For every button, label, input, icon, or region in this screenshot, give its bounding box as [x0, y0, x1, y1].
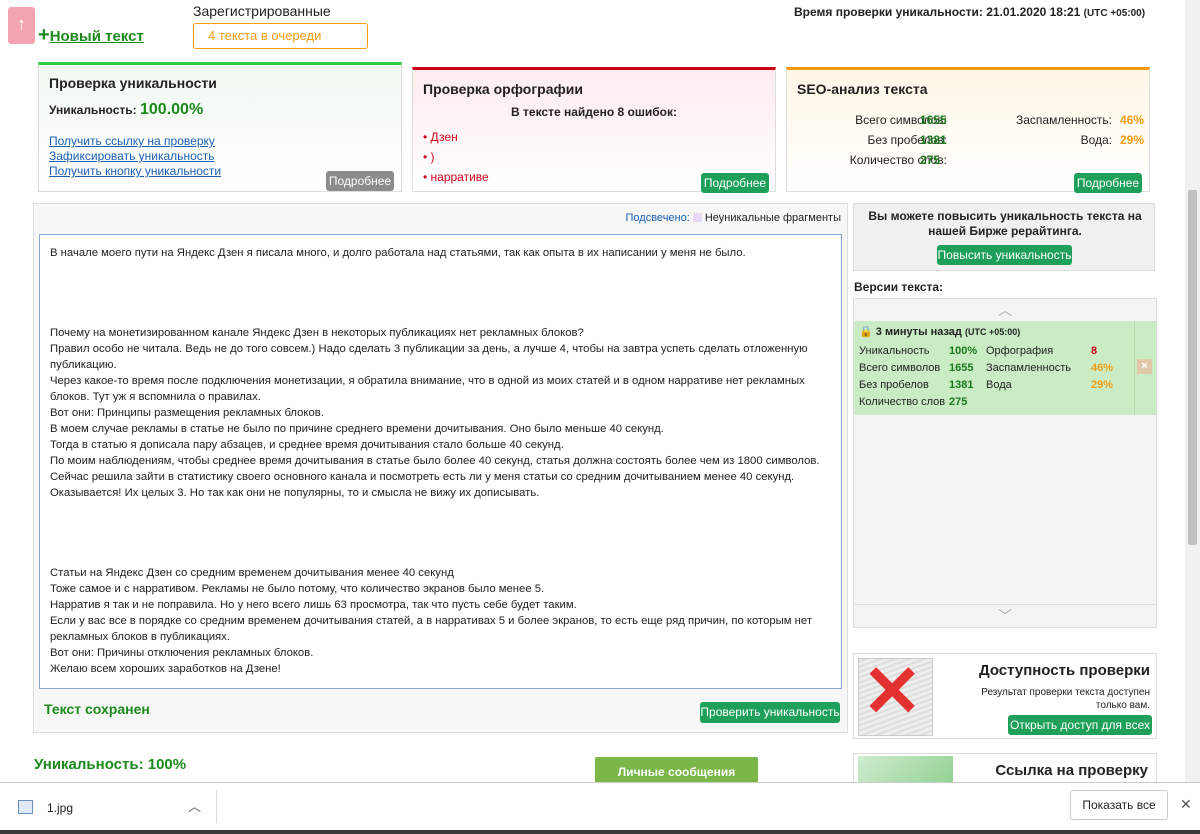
lock-icon: 🔒: [859, 326, 873, 338]
error-item[interactable]: • Дзен: [423, 130, 458, 144]
version-labels-2: Орфография Заспамленность Вода: [986, 345, 1071, 391]
spelling-panel: Проверка орфографии В тексте найдено 8 о…: [412, 67, 776, 193]
delete-version-icon[interactable]: ×: [1137, 359, 1152, 374]
seo-more-button[interactable]: Подробнее: [1074, 173, 1142, 193]
editor-line: [50, 533, 831, 549]
uniqueness-panel: Проверка уникальности Уникальность: 100.…: [38, 62, 402, 192]
spelling-title: Проверка орфографии: [423, 81, 583, 97]
chevron-down-icon[interactable]: ﹀: [854, 604, 1156, 626]
plus-icon: +: [38, 24, 50, 46]
editor-line: Желаю всем хороших заработков на Дзене!: [50, 663, 281, 675]
editor-line: По моим наблюдениям, чтобы среднее время…: [50, 455, 820, 467]
editor-line: [50, 309, 831, 325]
seo-labels-2: Заспамленность: Вода:: [1015, 113, 1112, 147]
version-values-2: 8 46% 29%: [1091, 345, 1114, 391]
bottom-uniqueness: Уникальность: 100%: [34, 756, 187, 773]
fix-uniqueness-link[interactable]: Зафиксировать уникальность: [49, 149, 215, 163]
editor-line: Оказывается! Их целых 3. Но так как они …: [50, 487, 540, 499]
download-bar: 1.jpg ︿ Показать все ✕: [0, 782, 1200, 834]
page-scrollbar[interactable]: [1185, 0, 1200, 793]
editor-line: Через какое-то время после подключения м…: [50, 375, 805, 387]
check-time: Время проверки уникальности: 21.01.2020 …: [794, 5, 1146, 19]
versions-title: Версии текста:: [854, 280, 944, 294]
legend-swatch-icon: [692, 213, 702, 222]
version-labels: Уникальность Всего символов Без пробелов Ко…: [859, 345, 946, 408]
access-title: Доступность проверки: [978, 662, 1150, 679]
editor-line: [50, 501, 831, 517]
version-values: 100% 1655 1381 275: [949, 345, 978, 408]
uniqueness-more-button[interactable]: Подробнее: [326, 171, 394, 191]
editor-line: [50, 261, 831, 277]
highlight-legend: Подсвечено: Неуникальные фрагменты: [625, 212, 841, 224]
editor-line: Почему на монетизированном канале Яндекс…: [50, 327, 584, 339]
download-file-name[interactable]: 1.jpg: [47, 801, 73, 815]
editor-line: Тогда в статью я дописала пару абзацев, …: [50, 439, 564, 451]
uniqueness-value: 100.00%: [140, 101, 204, 118]
editor-line: Вот они: Причины отключения рекламных бл…: [50, 647, 314, 659]
version-time: 🔒 3 минуты назад (UTC +05:00): [859, 326, 1021, 338]
editor-line: Статьи на Яндекс Дзен со средним времене…: [50, 567, 454, 579]
editor-line: Правил особо не читала. Ведь не до того …: [50, 343, 808, 355]
get-link[interactable]: Получить ссылку на проверку: [49, 134, 215, 148]
uniqueness-value-row: Уникальность: 100.00%: [49, 101, 204, 118]
chevron-up-icon[interactable]: ︿: [188, 796, 201, 815]
editor-line: В моем случае рекламы в статье не было п…: [50, 423, 664, 435]
editor-line: Вот они: Принципы размещения рекламных б…: [50, 407, 324, 419]
errors-found: В тексте найдено 8 ошибок:: [511, 105, 677, 119]
access-box: ✕ Доступность проверки Результат проверк…: [853, 652, 1157, 739]
seo-panel: SEO-анализ текста Всего символов: Без про…: [786, 67, 1150, 193]
editor-line: публикацию.: [50, 359, 117, 371]
new-text-link[interactable]: +Новый текст: [38, 24, 144, 46]
error-item[interactable]: • ): [423, 150, 435, 164]
editor-line: В начале моего пути на Яндекс Дзен я пис…: [50, 247, 746, 259]
saved-status: Текст сохранен: [44, 701, 150, 717]
editor-line: Тоже самое и с нарративом. Рекламы не бы…: [50, 583, 545, 595]
editor-line: [50, 293, 831, 309]
promo-box: Вы можете повысить уникальность текста н…: [853, 203, 1155, 271]
promo-text: Вы можете повысить уникальность текста н…: [868, 209, 1142, 238]
seo-values: 1655 1381 275: [920, 113, 947, 167]
close-icon[interactable]: ✕: [1180, 796, 1192, 813]
cross-icon: ✕: [862, 652, 923, 732]
scroll-up-button[interactable]: ↑: [8, 7, 35, 44]
error-item[interactable]: • нарративе: [423, 170, 489, 184]
check-uniqueness-button[interactable]: Проверить уникальность: [700, 702, 840, 723]
versions-list: ︿ 🔒 3 минуты назад (UTC +05:00) Уникальн…: [853, 298, 1157, 628]
image-file-icon: [18, 800, 33, 814]
open-access-button[interactable]: Открыть доступ для всех: [1008, 715, 1152, 735]
registered-label: Зарегистрированные: [193, 3, 331, 19]
get-button-link[interactable]: Получить кнопку уникальности: [49, 164, 221, 178]
editor-line: рекламных блоков в публикациях.: [50, 631, 230, 643]
editor-panel: Подсвечено: Неуникальные фрагменты В нач…: [33, 203, 848, 733]
link-title: Ссылка на проверку: [995, 762, 1148, 779]
raise-uniqueness-button[interactable]: Повысить уникальность: [937, 245, 1072, 265]
spelling-more-button[interactable]: Подробнее: [701, 173, 769, 193]
editor-line: Нарратив я так и не поправила. Но у него…: [50, 599, 577, 611]
seo-values-2: 46% 29%: [1120, 113, 1145, 147]
editor-line: Если у вас все в порядке со средним врем…: [50, 615, 812, 627]
chevron-up-icon[interactable]: ︿: [854, 299, 1156, 321]
editor-line: [50, 549, 831, 565]
show-all-button[interactable]: Показать все: [1070, 790, 1168, 820]
editor-line: [50, 277, 831, 293]
uniqueness-title: Проверка уникальности: [49, 75, 217, 91]
scrollbar-thumb[interactable]: [1188, 190, 1197, 545]
queue-button[interactable]: 4 текста в очереди: [193, 23, 368, 49]
editor-line: [50, 517, 831, 533]
access-text: Результат проверки текста доступен тольк…: [981, 687, 1150, 711]
text-editor[interactable]: В начале моего пути на Яндекс Дзен я пис…: [39, 234, 842, 689]
editor-line: блоков. Тут уж я вспомнила о правилах.: [50, 391, 261, 403]
editor-line: Сейчас решила зайти в статистику своего …: [50, 471, 795, 483]
seo-title: SEO-анализ текста: [797, 81, 928, 97]
version-item[interactable]: 🔒 3 минуты назад (UTC +05:00) Уникальнос…: [854, 321, 1156, 415]
